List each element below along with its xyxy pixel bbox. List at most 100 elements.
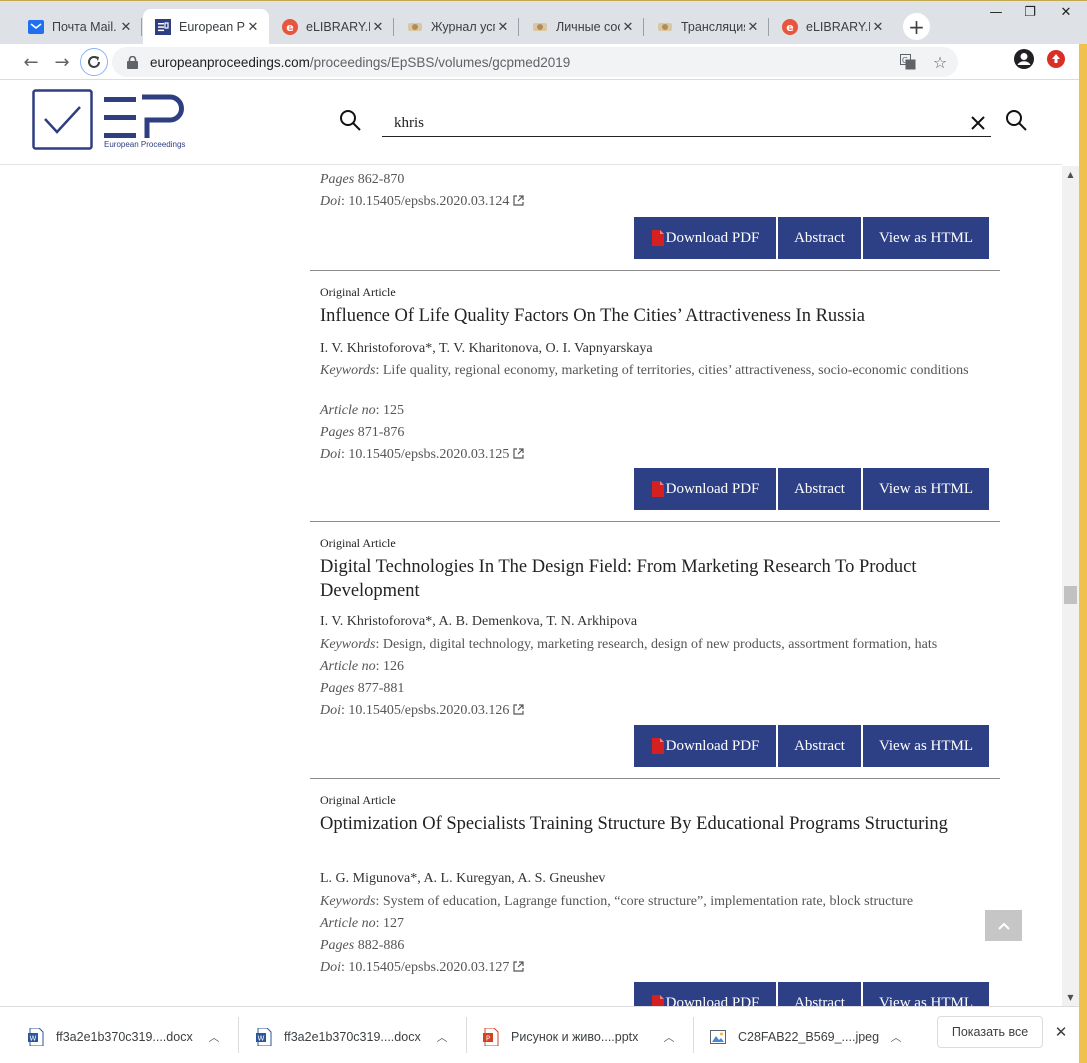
- abstract-button[interactable]: Abstract: [778, 725, 861, 767]
- chevron-up-icon[interactable]: ︿: [888, 1029, 904, 1045]
- site-header: European Proceedings: [0, 81, 1062, 165]
- tab-personal[interactable]: Личные соо ✕: [520, 9, 644, 45]
- elibrary-icon: e: [282, 19, 298, 35]
- site-icon: [657, 19, 673, 35]
- article-actions: Download PDF Abstract View as HTML: [634, 982, 989, 1006]
- download-item[interactable]: W ff3a2e1b370c319....docx ︿: [28, 1017, 228, 1057]
- close-window-button[interactable]: ✕: [1050, 1, 1082, 23]
- reload-button[interactable]: [80, 48, 108, 76]
- article-keywords: Keywords: Design, digital technology, ma…: [320, 637, 938, 652]
- svg-text:W: W: [30, 1035, 37, 1043]
- view-html-button[interactable]: View as HTML: [863, 468, 989, 510]
- lock-icon: [127, 55, 139, 69]
- show-all-downloads-button[interactable]: Показать все: [937, 1016, 1043, 1048]
- close-shelf-icon[interactable]: ✕: [1052, 1023, 1070, 1041]
- update-icon[interactable]: [1046, 49, 1066, 69]
- chevron-up-icon[interactable]: ︿: [206, 1029, 222, 1045]
- tab-elibrary-2[interactable]: e eLIBRARY.R ✕: [770, 9, 894, 45]
- article-doi[interactable]: Doi: 10.15405/epsbs.2020.03.124: [320, 193, 980, 211]
- tab-close-icon[interactable]: ✕: [870, 19, 886, 35]
- article-type-label: Original Article: [320, 793, 396, 807]
- download-pdf-button[interactable]: Download PDF: [634, 982, 776, 1006]
- maximize-button[interactable]: ❐: [1014, 1, 1046, 23]
- tab-title: eLIBRARY.R: [806, 20, 870, 34]
- download-item[interactable]: C28FAB22_B569_....jpeg ︿: [710, 1017, 910, 1057]
- article-doi[interactable]: Doi: 10.15405/epsbs.2020.03.125: [320, 446, 980, 464]
- article-title[interactable]: Optimization Of Specialists Training Str…: [320, 812, 980, 836]
- download-pdf-button[interactable]: Download PDF: [634, 217, 776, 259]
- article-actions: Download PDF Abstract View as HTML: [634, 468, 989, 510]
- tab-close-icon[interactable]: ✕: [370, 19, 386, 35]
- clear-search-icon[interactable]: [970, 115, 988, 133]
- url-text: europeanproceedings.com/proceedings/EpSB…: [150, 54, 571, 70]
- tab-mail[interactable]: Почта Mail. ✕: [16, 9, 142, 45]
- external-link-icon: [513, 448, 524, 459]
- download-filename: ff3a2e1b370c319....docx: [56, 1030, 193, 1044]
- view-html-button[interactable]: View as HTML: [863, 982, 989, 1006]
- download-pdf-button[interactable]: Download PDF: [634, 468, 776, 510]
- download-item[interactable]: W ff3a2e1b370c319....docx ︿: [256, 1017, 456, 1057]
- chevron-up-icon[interactable]: ︿: [434, 1029, 450, 1045]
- tab-close-icon[interactable]: ✕: [495, 19, 511, 35]
- tab-broadcast[interactable]: Трансляция ✕: [645, 9, 769, 45]
- chevron-up-icon[interactable]: ︿: [661, 1029, 677, 1045]
- window-frame: [1079, 44, 1087, 1063]
- abstract-button[interactable]: Abstract: [778, 217, 861, 259]
- article-actions: Download PDF Abstract View as HTML: [634, 725, 989, 767]
- svg-text:G: G: [902, 56, 908, 65]
- tab-european-proceedings[interactable]: European P ✕: [143, 9, 269, 45]
- view-html-button[interactable]: View as HTML: [863, 217, 989, 259]
- tab-close-icon[interactable]: ✕: [745, 19, 761, 35]
- tab-close-icon[interactable]: ✕: [620, 19, 636, 35]
- article-doi[interactable]: Doi: 10.15405/epsbs.2020.03.127: [320, 959, 980, 977]
- article-title[interactable]: Digital Technologies In The Design Field…: [320, 555, 980, 603]
- mail-icon: [28, 19, 44, 35]
- forward-button[interactable]: →: [48, 48, 76, 76]
- article-number: Article no: 125: [320, 403, 404, 418]
- site-icon: [407, 19, 423, 35]
- new-tab-button[interactable]: +: [903, 13, 930, 40]
- bookmark-star-icon[interactable]: ☆: [930, 52, 950, 72]
- reload-icon: [88, 56, 100, 68]
- svg-text:W: W: [258, 1035, 265, 1043]
- word-file-icon: W: [256, 1028, 272, 1046]
- download-filename: Рисунок и живо....pptx: [511, 1030, 639, 1044]
- powerpoint-file-icon: P: [483, 1028, 499, 1046]
- tab-close-icon[interactable]: ✕: [245, 19, 261, 35]
- view-html-button[interactable]: View as HTML: [863, 725, 989, 767]
- tab-journal[interactable]: Журнал усп ✕: [395, 9, 519, 45]
- article-title[interactable]: Influence Of Life Quality Factors On The…: [320, 304, 980, 328]
- tab-title: Журнал усп: [431, 20, 495, 34]
- svg-text:e: e: [286, 21, 293, 34]
- svg-text:P: P: [486, 1035, 490, 1043]
- tab-elibrary[interactable]: e eLIBRARY.R ✕: [270, 9, 394, 45]
- abstract-button[interactable]: Abstract: [778, 982, 861, 1006]
- abstract-button[interactable]: Abstract: [778, 468, 861, 510]
- scroll-down-arrow-icon[interactable]: ▼: [1062, 989, 1079, 1006]
- minimize-button[interactable]: —: [980, 1, 1012, 23]
- article-pages: Pages 862-870: [320, 172, 405, 187]
- translate-icon[interactable]: G: [898, 52, 918, 72]
- search-input[interactable]: [382, 111, 942, 135]
- tab-strip: Почта Mail. ✕ European P ✕ e eLIBRARY.R …: [0, 0, 1087, 45]
- scroll-to-top-button[interactable]: [985, 910, 1022, 941]
- article-authors: I. V. Khristoforova*, T. V. Kharitonova,…: [320, 341, 653, 356]
- profile-icon[interactable]: [1014, 49, 1034, 69]
- page-scrollbar[interactable]: ▲ ▼: [1062, 166, 1079, 1006]
- download-pdf-button[interactable]: Download PDF: [634, 725, 776, 767]
- scroll-up-arrow-icon[interactable]: ▲: [1062, 166, 1079, 183]
- article-item: Original Article Influence Of Life Quali…: [310, 271, 1000, 522]
- article-doi[interactable]: Doi: 10.15405/epsbs.2020.03.126: [320, 702, 980, 720]
- browser-toolbar: ← → europeanproceedings.com/proceedings/…: [0, 44, 1087, 80]
- word-file-icon: W: [28, 1028, 44, 1046]
- download-item[interactable]: P Рисунок и живо....pptx ︿: [483, 1017, 683, 1057]
- back-button[interactable]: ←: [17, 48, 45, 76]
- article-number: Article no: 127: [320, 916, 404, 931]
- tab-close-icon[interactable]: ✕: [118, 19, 134, 35]
- scrollbar-thumb[interactable]: [1064, 586, 1077, 604]
- address-bar[interactable]: europeanproceedings.com/proceedings/EpSB…: [112, 47, 958, 77]
- article-item: Original Article Optimization Of Special…: [310, 779, 1000, 1006]
- logo-caption: European Proceedings: [104, 140, 186, 149]
- download-shelf: W ff3a2e1b370c319....docx ︿ W ff3a2e1b37…: [0, 1006, 1079, 1063]
- search-submit-icon[interactable]: [1005, 109, 1027, 131]
